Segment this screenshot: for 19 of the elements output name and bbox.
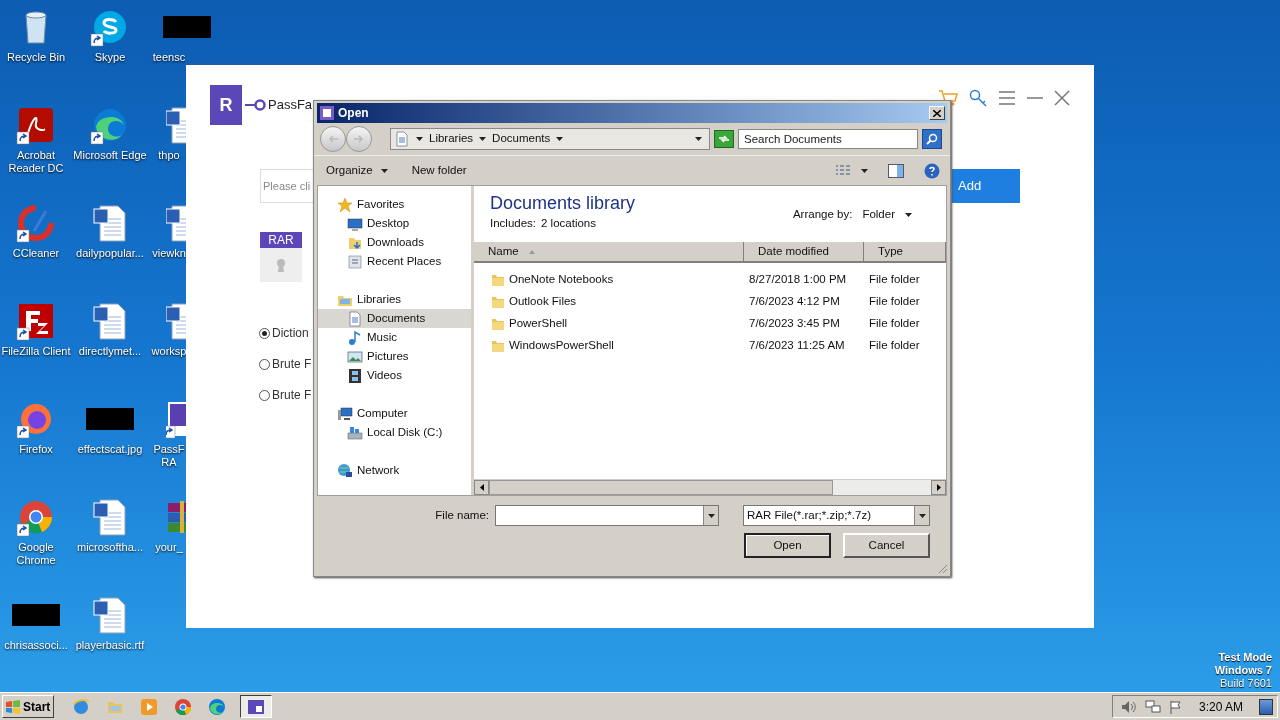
arrange-label: Arrange by: xyxy=(792,207,853,222)
os-notice-text: Windows 7 xyxy=(1214,664,1272,677)
type-cell-text: File folder xyxy=(868,316,920,332)
app-title: PassFa xyxy=(268,96,313,115)
os-notice-text: Build 7601 xyxy=(1220,677,1272,690)
date-cell-text: 8/27/2018 1:00 PM xyxy=(748,272,848,288)
type-cell-text: File folder xyxy=(868,272,920,288)
type-cell-text: File folder xyxy=(868,294,920,310)
file-type-badge: RAR xyxy=(260,232,302,248)
file-name-label: File name: xyxy=(435,507,489,523)
includes-label: Includes: xyxy=(490,216,537,231)
logo-mark: R xyxy=(210,85,242,125)
date-cell-text: 7/6/2023 3:45 PM xyxy=(748,316,841,332)
library-title: Documents library xyxy=(490,192,636,214)
os-notice-text: Test Mode xyxy=(1218,651,1272,664)
window-title: Open xyxy=(338,105,369,122)
date-cell-text: 7/6/2023 4:12 PM xyxy=(748,294,841,310)
date-cell-text: 7/6/2023 11:25 AM xyxy=(748,338,846,354)
type-cell-text: File folder xyxy=(868,338,920,354)
